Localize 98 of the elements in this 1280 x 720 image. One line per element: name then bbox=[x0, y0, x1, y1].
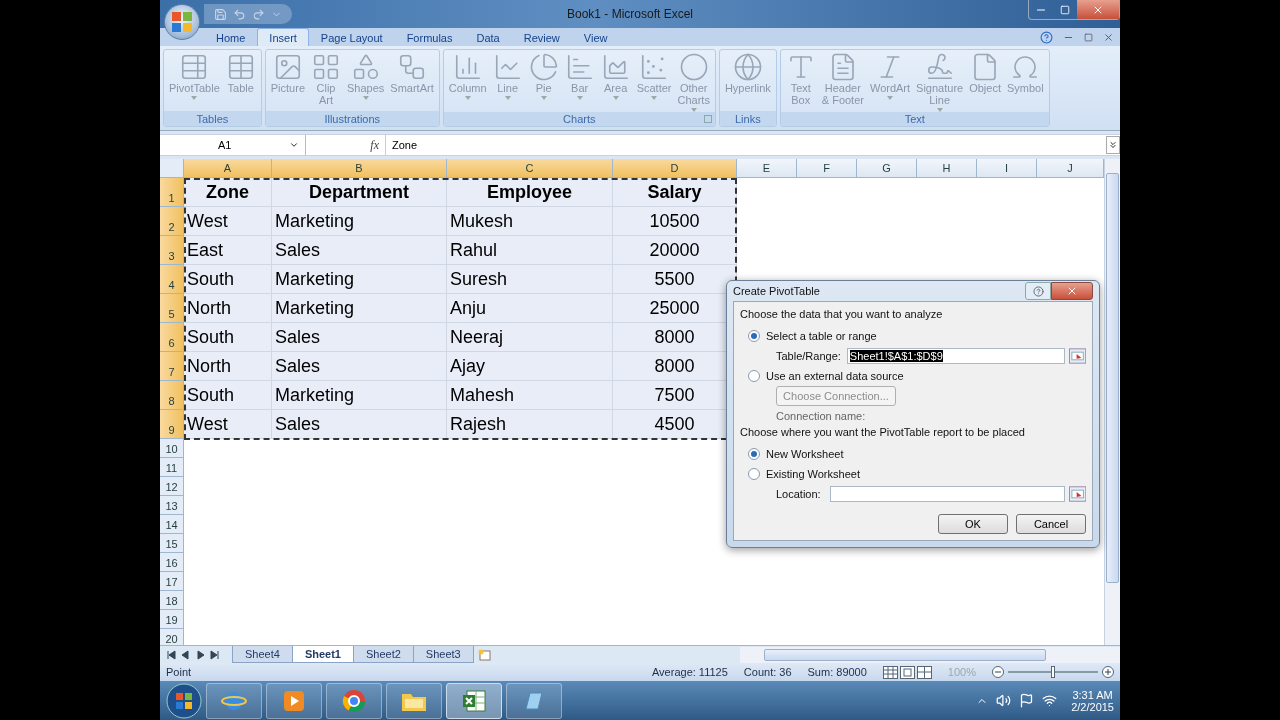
ribbon-tab[interactable]: Data bbox=[464, 28, 512, 46]
clock[interactable]: 3:31 AM 2/2/2015 bbox=[1071, 688, 1114, 713]
sheet-tab[interactable]: Sheet2 bbox=[352, 646, 414, 663]
row-number[interactable]: 18 bbox=[160, 591, 184, 610]
ribbon-tab[interactable]: Home bbox=[204, 28, 258, 46]
table-cell: Salary bbox=[613, 178, 737, 207]
table-cell: 10500 bbox=[613, 207, 737, 236]
group-label: Links bbox=[735, 112, 761, 125]
field-label: Location: bbox=[776, 488, 822, 500]
column-header[interactable]: F bbox=[797, 159, 857, 178]
section-heading: Choose where you want the PivotTable report to be placed bbox=[740, 426, 1026, 440]
table-cell: Sales bbox=[272, 352, 447, 381]
table-cell: South bbox=[184, 265, 272, 294]
table-cell: Ajay bbox=[447, 352, 613, 381]
column-header[interactable]: I bbox=[977, 159, 1037, 178]
table-cell: Sales bbox=[272, 236, 447, 265]
table-cell: Rahul bbox=[447, 236, 613, 265]
row-number[interactable]: 15 bbox=[160, 534, 184, 553]
row-number[interactable]: 7 bbox=[160, 352, 184, 381]
column-header[interactable]: J bbox=[1037, 159, 1104, 178]
field-label: Table/Range: bbox=[776, 350, 841, 362]
ribbon-tab[interactable]: Insert bbox=[257, 28, 309, 46]
table-cell: South bbox=[184, 381, 272, 410]
sheet-tab[interactable]: Sheet1 bbox=[291, 646, 354, 663]
table-cell: Sales bbox=[272, 410, 447, 439]
table-cell: Rajesh bbox=[447, 410, 613, 439]
column-header[interactable]: H bbox=[917, 159, 977, 178]
sum-value: Sum: 89000 bbox=[807, 666, 867, 678]
zoom-level: 100% bbox=[947, 666, 976, 678]
sheet-tab[interactable]: Sheet3 bbox=[412, 646, 474, 663]
column-header[interactable]: E bbox=[737, 159, 797, 178]
table-cell: Neeraj bbox=[447, 323, 613, 352]
option-label[interactable]: Select a table or range bbox=[766, 330, 877, 342]
option-label[interactable]: New Worksheet bbox=[766, 448, 844, 460]
table-cell: 20000 bbox=[613, 236, 737, 265]
option-label[interactable]: Existing Worksheet bbox=[766, 468, 860, 480]
row-number[interactable]: 16 bbox=[160, 553, 184, 572]
average-value: Average: 11125 bbox=[652, 666, 728, 678]
table-cell: Anju bbox=[447, 294, 613, 323]
count-value: Count: 36 bbox=[743, 666, 792, 678]
cancel-button[interactable]: Cancel bbox=[1016, 514, 1086, 534]
ribbon-tab[interactable]: Review bbox=[511, 28, 572, 46]
ok-button[interactable]: OK bbox=[938, 514, 1008, 534]
table-cell: South bbox=[184, 323, 272, 352]
name-box[interactable]: A1 bbox=[160, 135, 306, 155]
table-cell: Suresh bbox=[447, 265, 613, 294]
mode-indicator: Point bbox=[166, 666, 192, 678]
row-number[interactable]: 12 bbox=[160, 477, 184, 496]
row-number[interactable]: 20 bbox=[160, 629, 184, 645]
table-cell: North bbox=[184, 352, 272, 381]
column-header[interactable]: B bbox=[272, 159, 447, 178]
column-header[interactable]: G bbox=[857, 159, 917, 178]
row-number[interactable]: 19 bbox=[160, 610, 184, 629]
column-header[interactable]: A bbox=[184, 159, 272, 178]
window-title: Book1 - Microsoft Excel bbox=[565, 7, 694, 21]
row-number[interactable]: 17 bbox=[160, 572, 184, 591]
row-number[interactable]: 2 bbox=[160, 207, 184, 236]
row-number[interactable]: 4 bbox=[160, 265, 184, 294]
field-label: Connection name: bbox=[776, 410, 866, 422]
ribbon-tab[interactable]: Formulas bbox=[394, 28, 465, 46]
dialog-title: Create PivotTable bbox=[733, 285, 820, 297]
row-number[interactable]: 14 bbox=[160, 515, 184, 534]
group-label: Tables bbox=[196, 112, 229, 125]
section-heading: Choose the data that you want to analyze bbox=[740, 308, 944, 322]
table-cell: Zone bbox=[184, 178, 272, 207]
table-cell: East bbox=[184, 236, 272, 265]
group-label: Illustrations bbox=[324, 112, 381, 125]
row-number[interactable]: 6 bbox=[160, 323, 184, 352]
table-cell: Marketing bbox=[272, 294, 447, 323]
row-number[interactable]: 8 bbox=[160, 381, 184, 410]
column-header[interactable]: C bbox=[447, 159, 613, 178]
table-cell: Mukesh bbox=[447, 207, 613, 236]
column-header[interactable]: D bbox=[613, 159, 737, 178]
table-cell: Department bbox=[272, 178, 447, 207]
ribbon-tab[interactable]: Page Layout bbox=[308, 28, 395, 46]
table-cell: West bbox=[184, 207, 272, 236]
table-cell: Employee bbox=[447, 178, 613, 207]
row-number[interactable]: 10 bbox=[160, 439, 184, 458]
group-label: Text bbox=[904, 113, 925, 125]
range-field[interactable]: Sheet1!$A$1:$D$9 bbox=[846, 348, 1065, 364]
table-cell: West bbox=[184, 410, 272, 439]
row-number[interactable]: 9 bbox=[160, 410, 184, 439]
table-cell: Marketing bbox=[272, 381, 447, 410]
table-cell: North bbox=[184, 294, 272, 323]
group-label: Charts bbox=[563, 113, 596, 125]
row-number[interactable]: 11 bbox=[160, 458, 184, 477]
table-cell: Marketing bbox=[272, 207, 447, 236]
table-cell: Sales bbox=[272, 323, 447, 352]
table-cell: Marketing bbox=[272, 265, 447, 294]
ribbon-tab[interactable]: View bbox=[571, 28, 620, 46]
table-cell: Mahesh bbox=[447, 381, 613, 410]
row-number[interactable]: 5 bbox=[160, 294, 184, 323]
formula-field[interactable]: Zone bbox=[386, 139, 418, 151]
row-number[interactable]: 13 bbox=[160, 496, 184, 515]
option-label[interactable]: Use an external data source bbox=[766, 370, 904, 382]
row-number[interactable]: 1 bbox=[160, 178, 184, 207]
row-number[interactable]: 3 bbox=[160, 236, 184, 265]
sheet-tab[interactable]: Sheet4 bbox=[232, 646, 293, 663]
